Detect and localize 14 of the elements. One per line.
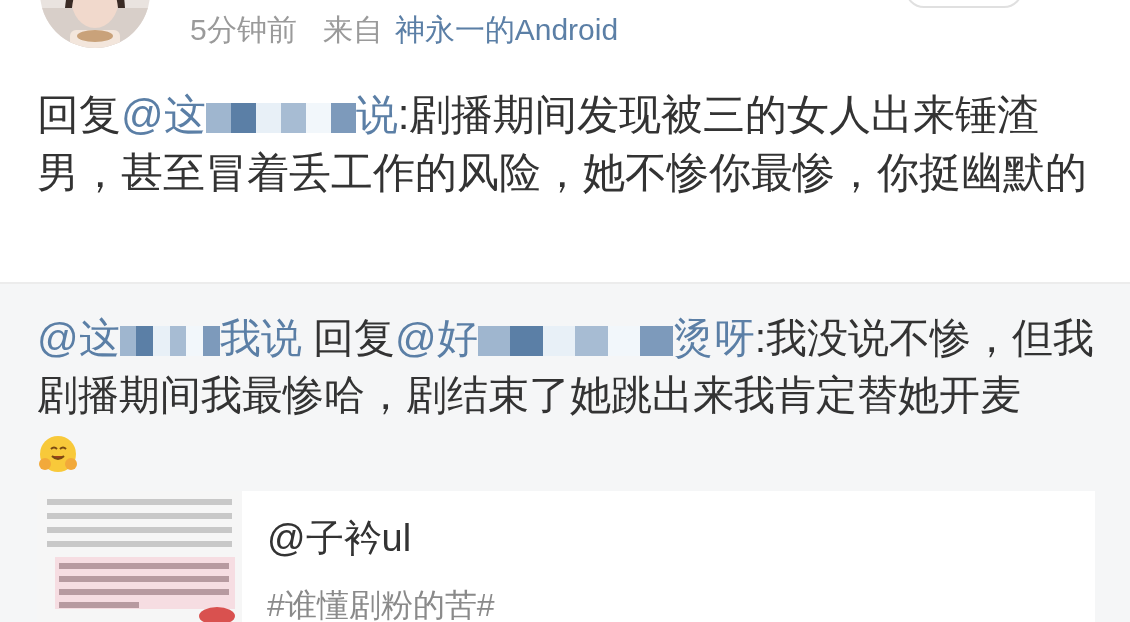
source-label: 来自 — [322, 12, 383, 48]
user-mention-link[interactable]: 烫呀 — [672, 315, 755, 361]
user-mention-link[interactable]: 我说 — [219, 315, 302, 361]
card-title: @子衿ul — [267, 516, 413, 561]
user-mention-link[interactable]: @这 — [121, 91, 206, 138]
user-mention-link[interactable]: @好 — [395, 315, 478, 361]
source-link[interactable]: 神永一的Android — [394, 10, 619, 50]
user-mention-link[interactable]: 说 — [355, 91, 398, 138]
shared-post-card[interactable]: @子衿ul #谁懂剧粉的苦# — [37, 491, 1095, 622]
post-time: 5分钟前 — [190, 12, 297, 48]
reply-text: @这 我说 回复@好 烫呀:我没说不惨，但我剧播期间我最惨哈，剧结束了她跳出来我肯定替她开麦 — [37, 310, 1102, 481]
user-mention-link[interactable]: @这 — [37, 315, 120, 361]
card-hashtag: #谁懂剧粉的苦# — [267, 586, 495, 622]
comment-text: 回复@这 说:剧播期间发现被三的女人出来锤渣男，甚至冒着丢工作的风险，她不惨你最惨，你挺幽默的 — [37, 90, 1088, 198]
